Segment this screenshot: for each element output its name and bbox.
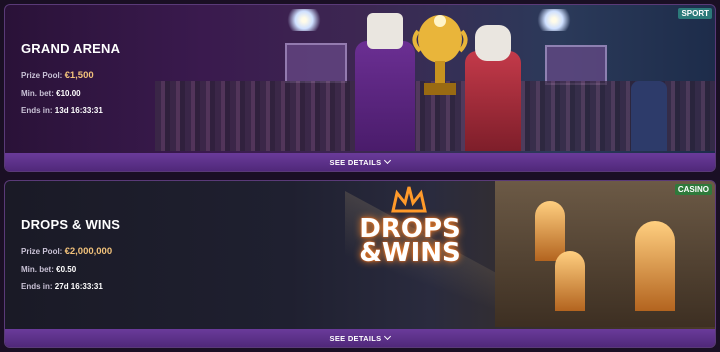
stadium-screen (545, 45, 607, 85)
ends-in-row: Ends in: 27d 16:33:31 (21, 282, 120, 291)
prize-pool-row: Prize Pool: €2,000,000 (21, 246, 120, 257)
min-bet-label: Min. bet: (21, 89, 54, 98)
ends-in-row: Ends in: 13d 16:33:31 (21, 106, 120, 115)
chevron-down-icon (384, 156, 392, 165)
see-details-label: SEE DETAILS (329, 333, 382, 343)
promo-banner-image (155, 5, 715, 151)
drops-wins-logo: DROPS &WINS (359, 214, 461, 268)
character-purple (355, 13, 415, 151)
character-red (465, 25, 521, 151)
min-bet-row: Min. bet: €10.00 (21, 89, 120, 98)
ends-in-value: 27d 16:33:31 (54, 282, 103, 291)
promo-info: DROPS & WINS Prize Pool: €2,000,000 Min.… (21, 217, 120, 299)
see-details-button[interactable]: SEE DETAILS (5, 153, 715, 171)
min-bet-label: Min. bet: (21, 265, 54, 274)
prize-pool-value: €1,500 (64, 70, 94, 81)
prize-pool-value: €2,000,000 (64, 246, 113, 257)
min-bet-value: €10.00 (56, 89, 81, 98)
prize-pool-label: Prize Pool: (21, 71, 63, 80)
trophy-icon (412, 15, 468, 95)
ends-in-value: 13d 16:33:31 (54, 106, 103, 115)
chevron-down-icon (384, 332, 392, 341)
window (555, 251, 585, 311)
stadium-screen (285, 43, 347, 83)
promo-title: DROPS & WINS (21, 217, 121, 232)
min-bet-value: €0.50 (56, 265, 77, 274)
promo-card-drops-wins[interactable]: DROPS &WINS DROPS & WINS Prize Pool: €2,… (4, 180, 716, 348)
crown-icon (391, 186, 427, 213)
min-bet-row: Min. bet: €0.50 (21, 265, 120, 274)
promo-banner-image: DROPS &WINS (195, 181, 715, 327)
building (495, 181, 715, 327)
character-guard (631, 81, 667, 151)
stadium-light-icon (285, 9, 323, 31)
prize-pool-row: Prize Pool: €1,500 (21, 70, 120, 81)
ends-in-label: Ends in: (21, 106, 53, 115)
window (635, 221, 675, 311)
see-details-label: SEE DETAILS (329, 157, 382, 167)
prize-pool-label: Prize Pool: (21, 247, 63, 256)
stadium-light-icon (535, 9, 573, 31)
promo-card-grand-arena[interactable]: GRAND ARENA Prize Pool: €1,500 Min. bet:… (4, 4, 716, 172)
promo-info: GRAND ARENA Prize Pool: €1,500 Min. bet:… (21, 41, 120, 123)
see-details-button[interactable]: SEE DETAILS (5, 329, 715, 347)
ends-in-label: Ends in: (21, 282, 53, 291)
window (535, 201, 565, 261)
category-badge: SPORT (678, 8, 712, 19)
promo-title: GRAND ARENA (21, 41, 121, 56)
category-badge: CASINO (674, 184, 712, 195)
